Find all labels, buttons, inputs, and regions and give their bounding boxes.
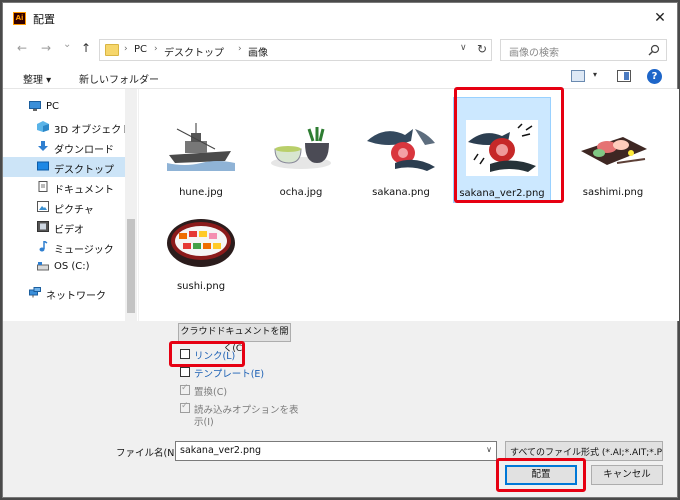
template-checkbox[interactable] xyxy=(180,367,190,377)
chevron-down-icon[interactable]: ∨ xyxy=(460,43,467,53)
place-button-highlight xyxy=(496,458,586,492)
illustrator-app-icon: Ai xyxy=(13,12,26,25)
navigation-bar: ← → ⌄ ↑ › PC › デスクトップ › 画像 ∨ ↻ 画像の検索 xyxy=(3,33,677,65)
link-option-highlight xyxy=(169,341,245,367)
drive-icon xyxy=(37,262,49,271)
download-icon xyxy=(38,141,48,151)
address-bar[interactable]: › PC › デスクトップ › 画像 ∨ ↻ xyxy=(99,39,492,61)
video-icon xyxy=(37,221,49,232)
help-icon[interactable]: ? xyxy=(647,69,662,84)
sashimi-thumbnail xyxy=(577,119,649,175)
recent-locations-icon[interactable]: ⌄ xyxy=(63,38,71,52)
import-options-checkbox xyxy=(180,401,190,413)
place-dialog: Ai 配置 ✕ ← → ⌄ ↑ › PC › デスクトップ › 画像 ∨ ↻ 画… xyxy=(2,2,679,498)
file-item-sushi[interactable]: sushi.png xyxy=(153,197,249,297)
file-item-ocha[interactable]: ocha.jpg xyxy=(253,103,349,203)
fish-thumbnail xyxy=(365,119,437,175)
desktop-icon xyxy=(37,161,49,171)
folder-icon xyxy=(105,44,119,56)
file-list: hune.jpg ocha.jpg sakana.png sakana_ver2… xyxy=(139,89,679,321)
sidebar-item-downloads[interactable]: ダウンロード xyxy=(3,137,125,157)
file-item-sashimi[interactable]: sashimi.png xyxy=(565,103,661,203)
sidebar-item-label: 3D オブジェクト xyxy=(54,125,132,136)
template-label[interactable]: テンプレート(E) xyxy=(194,366,264,380)
sidebar-item-pictures[interactable]: ピクチャ xyxy=(3,197,125,217)
new-folder-button[interactable]: 新しいフォルダー xyxy=(79,71,159,86)
search-input[interactable]: 画像の検索 xyxy=(500,39,667,61)
selected-file-highlight xyxy=(454,87,564,203)
pc-icon xyxy=(29,101,41,111)
ship-thumbnail xyxy=(165,119,237,175)
dialog-title: 配置 xyxy=(33,13,55,26)
breadcrumb-separator: › xyxy=(238,44,242,54)
document-icon xyxy=(38,181,48,192)
preview-pane-icon[interactable] xyxy=(617,70,631,82)
dialog-footer: クラウドドキュメントを開く(C) リンク(L) テンプレート(E) 置換(C) … xyxy=(3,321,677,497)
command-bar: 整理 ▾ 新しいフォルダー ▾ ? xyxy=(3,65,677,89)
sidebar-item-documents[interactable]: ドキュメント xyxy=(3,177,125,197)
tea-thumbnail xyxy=(265,119,337,175)
organize-button[interactable]: 整理 ▾ xyxy=(23,71,51,86)
cancel-button[interactable]: キャンセル xyxy=(591,465,663,485)
filename-label: ファイル名(N): xyxy=(116,448,182,459)
network-icon xyxy=(29,287,41,298)
close-icon[interactable]: ✕ xyxy=(649,7,671,29)
sidebar-item-label: ピクチャ xyxy=(54,205,94,216)
sidebar-item-label: デスクトップ xyxy=(54,165,114,176)
filetype-value: すべてのファイル形式 (*.AI;*.AIT;*.PDF xyxy=(510,448,663,458)
filename-field[interactable]: sakana_ver2.png ∨ xyxy=(175,441,497,461)
import-options-option: 読み込みオプションを表 示(I) xyxy=(178,401,299,429)
file-name: sashimi.png xyxy=(582,187,644,198)
sidebar-item-music[interactable]: ミュージック xyxy=(3,237,125,257)
sidebar-item-label: ビデオ xyxy=(54,225,84,236)
file-item-hune[interactable]: hune.jpg xyxy=(153,103,249,203)
sidebar-item-3d-objects[interactable]: 3D オブジェクト xyxy=(3,117,131,137)
navigation-pane: PC 3D オブジェクト ダウンロード デスクトップ ドキュメント ピクチャ ビ… xyxy=(3,89,138,321)
chevron-down-icon[interactable]: ∨ xyxy=(486,445,492,454)
breadcrumb-pc[interactable]: PC xyxy=(134,44,147,55)
sidebar-item-videos[interactable]: ビデオ xyxy=(3,217,125,237)
open-cloud-document-button[interactable]: クラウドドキュメントを開く(C) xyxy=(178,323,291,354)
sidebar-item-label: ミュージック xyxy=(54,245,114,256)
breadcrumb-desktop[interactable]: デスクトップ xyxy=(164,44,224,59)
replace-label: 置換(C) xyxy=(194,387,228,398)
music-icon xyxy=(39,241,48,252)
file-name: sakana.png xyxy=(372,187,430,198)
replace-checkbox xyxy=(180,383,190,395)
sidebar-item-network[interactable]: ネットワーク xyxy=(3,283,125,303)
title-bar: Ai 配置 ✕ xyxy=(3,3,677,33)
3d-objects-icon xyxy=(37,121,49,132)
forward-arrow-icon[interactable]: → xyxy=(41,41,51,55)
sidebar-item-label: ドキュメント xyxy=(54,185,114,196)
sidebar-item-desktop[interactable]: デスクトップ xyxy=(3,157,125,177)
sushi-thumbnail xyxy=(165,213,237,269)
view-mode-icon[interactable] xyxy=(571,70,585,82)
breadcrumb-images[interactable]: 画像 xyxy=(248,44,268,59)
file-item-sakana[interactable]: sakana.png xyxy=(353,103,449,203)
file-name: ocha.jpg xyxy=(279,187,323,198)
replace-option: 置換(C) xyxy=(178,383,248,399)
sidebar-item-label: ネットワーク xyxy=(46,291,106,302)
view-mode-dropdown-icon[interactable]: ▾ xyxy=(593,70,597,79)
sidebar-item-label: ダウンロード xyxy=(54,145,114,156)
refresh-icon[interactable]: ↻ xyxy=(477,42,487,56)
template-option[interactable]: テンプレート(E) xyxy=(178,365,268,381)
file-name: sushi.png xyxy=(176,281,226,292)
breadcrumb-separator: › xyxy=(124,44,128,54)
sidebar-scrollbar[interactable] xyxy=(125,89,137,321)
sidebar-scrollbar-thumb[interactable] xyxy=(127,219,135,313)
sidebar-item-os-c[interactable]: OS (C:) xyxy=(3,257,125,277)
sidebar-item-label: PC xyxy=(46,101,60,112)
pictures-icon xyxy=(37,201,49,212)
import-options-label-cont: 示(I) xyxy=(194,417,214,428)
filename-value: sakana_ver2.png xyxy=(180,445,262,456)
back-arrow-icon[interactable]: ← xyxy=(17,41,27,55)
sidebar-item-pc[interactable]: PC xyxy=(3,97,125,117)
up-arrow-icon[interactable]: ↑ xyxy=(81,41,91,55)
breadcrumb-separator: › xyxy=(154,44,158,54)
sidebar-item-label: OS (C:) xyxy=(54,261,90,272)
search-icon xyxy=(648,44,660,56)
search-placeholder: 画像の検索 xyxy=(509,48,559,59)
